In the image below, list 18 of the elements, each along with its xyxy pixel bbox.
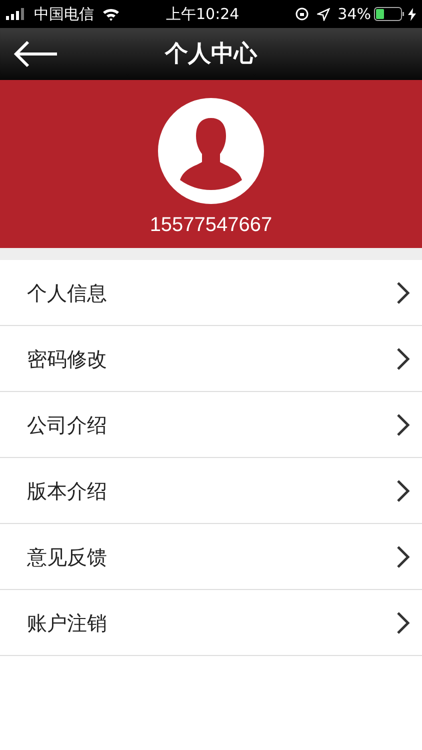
chevron-right-icon bbox=[396, 478, 410, 502]
phone-number: 15577547667 bbox=[150, 213, 272, 238]
avatar-icon bbox=[158, 98, 264, 204]
back-arrow-icon bbox=[13, 40, 59, 68]
page-title: 个人中心 bbox=[165, 40, 257, 69]
chevron-right-icon bbox=[396, 610, 410, 634]
chevron-right-icon bbox=[396, 412, 410, 436]
clock-time: 上午10:24 bbox=[166, 4, 240, 25]
charging-icon bbox=[408, 8, 416, 20]
rotation-lock-icon bbox=[294, 7, 309, 21]
location-arrow-icon bbox=[316, 8, 330, 20]
battery-icon bbox=[374, 7, 404, 21]
chevron-right-icon bbox=[396, 280, 410, 304]
wifi-icon bbox=[102, 8, 120, 20]
chevron-right-icon bbox=[396, 346, 410, 370]
carrier-name: 中国电信 bbox=[34, 4, 94, 25]
chevron-right-icon bbox=[396, 544, 410, 568]
battery-percent: 34% bbox=[338, 4, 371, 25]
